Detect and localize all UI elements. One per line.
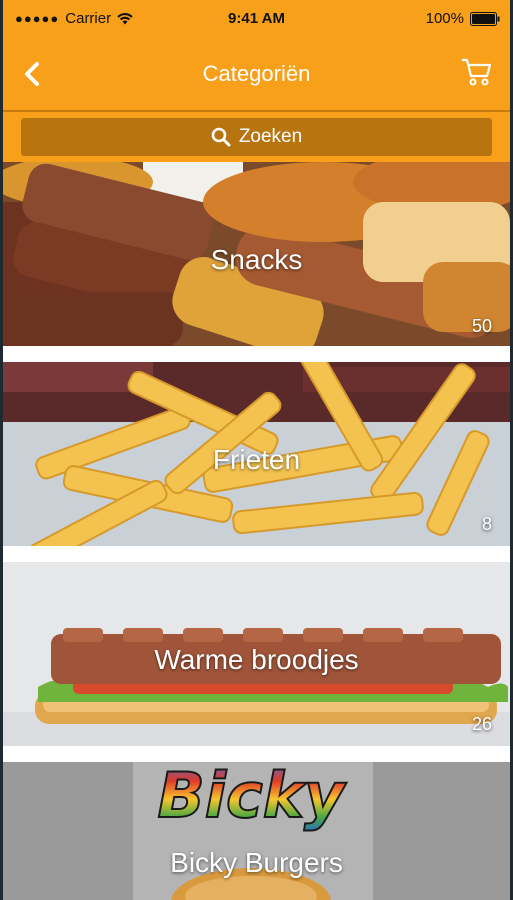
category-tile-snacks[interactable]: Snacks 50 <box>3 162 510 346</box>
category-name: Warme broodjes <box>154 644 359 675</box>
search-label: Zoeken <box>238 126 303 147</box>
bicky-burger-image: Bicky <box>3 762 510 900</box>
navigation-bar: Categoriën <box>3 40 510 110</box>
category-tile-frieten[interactable]: Frieten 8 <box>3 362 510 546</box>
search-button[interactable]: Zoeken <box>21 118 492 156</box>
status-bar: ●●●●● Carrier 9:41 AM 100% <box>3 0 510 40</box>
category-count: 8 <box>481 514 492 534</box>
page-title: Categoriën <box>202 61 311 86</box>
battery-icon <box>470 11 500 26</box>
category-count: 26 <box>471 714 492 734</box>
category-name: Frieten <box>212 444 301 475</box>
category-tile-bicky-burgers[interactable]: Bicky Bicky Burgers <box>3 762 510 900</box>
category-count: 50 <box>471 316 492 336</box>
category-name: Bicky Burgers <box>170 847 343 878</box>
category-tile-warme-broodjes[interactable]: Warme broodjes 26 <box>3 562 510 746</box>
battery-percent: 100% <box>425 10 464 27</box>
status-right: 100% <box>426 10 500 27</box>
shopping-cart-icon[interactable] <box>460 56 494 88</box>
app-screen: ●●●●● Carrier 9:41 AM 100% Categoriën Zo… <box>3 0 510 900</box>
bicky-logo: Bicky <box>158 762 347 832</box>
search-icon <box>211 127 231 147</box>
category-name: Snacks <box>210 244 303 275</box>
search-container: Zoeken <box>3 112 510 162</box>
